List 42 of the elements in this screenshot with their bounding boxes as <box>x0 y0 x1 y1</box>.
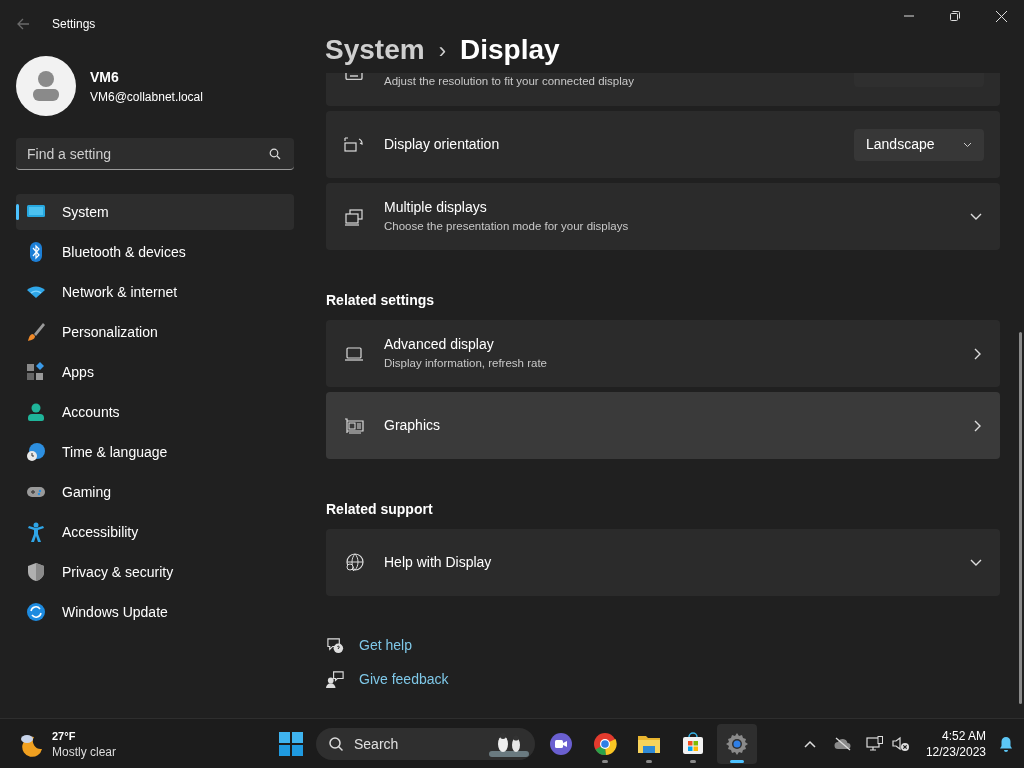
card-title: Advanced display <box>384 335 495 355</box>
settings-card[interactable]: Adjust the resolution to fit your connected display <box>326 73 1000 106</box>
weather-condition: Mostly clear <box>52 743 116 760</box>
card-title: Graphics <box>384 416 442 435</box>
settings-card[interactable]: Multiple displays Choose the presentation mode for your displays <box>326 183 1000 250</box>
window-title: Settings <box>52 16 96 33</box>
user-name: VM6 <box>90 67 120 87</box>
sidebar-item[interactable]: Privacy & security <box>16 554 294 590</box>
breadcrumb-parent[interactable]: System <box>325 29 425 71</box>
sidebar-item[interactable]: System <box>16 194 294 230</box>
settings-card[interactable]: Graphics <box>326 392 1000 459</box>
card-description: Display information, refresh rate <box>384 356 548 372</box>
clock-time[interactable]: 4:52 AM <box>941 727 986 744</box>
sidebar-item[interactable]: Accessibility <box>16 514 294 550</box>
search-field[interactable]: Find a setting <box>16 138 294 170</box>
taskbar-search[interactable]: Search <box>316 727 535 760</box>
section-heading: Related support <box>326 500 434 519</box>
settings-card[interactable]: Display orientation Landscape <box>326 111 1000 178</box>
help-link[interactable]: Give feedback <box>359 669 449 690</box>
page-title: Display <box>459 33 560 67</box>
temperature: 27°F <box>52 728 77 744</box>
card-title: Multiple displays <box>384 198 488 218</box>
section-heading: Related settings <box>326 291 436 310</box>
user-email: VM6@collabnet.local <box>90 88 203 106</box>
breadcrumb-separator: › <box>438 36 446 65</box>
card-description: Choose the presentation mode for your displays <box>384 219 630 235</box>
clock-date[interactable]: 12/23/2023 <box>925 743 986 760</box>
help-link[interactable]: Get help <box>359 635 412 656</box>
sidebar-item[interactable]: Windows Update <box>16 594 294 630</box>
card-title: Help with Display <box>384 553 493 572</box>
card-title: Display orientation <box>384 135 501 154</box>
sidebar-item[interactable]: Accounts <box>16 394 294 430</box>
settings-card[interactable]: Help with Display <box>326 529 1000 596</box>
orientation-dropdown[interactable]: Landscape <box>854 128 984 161</box>
sidebar-item[interactable]: Time & language <box>16 434 294 470</box>
settings-card[interactable]: Advanced display Display information, refresh rate <box>326 320 1000 387</box>
sidebar-item[interactable]: Personalization <box>16 314 294 350</box>
sidebar-item[interactable]: Gaming <box>16 474 294 510</box>
sidebar-item[interactable]: Bluetooth & devices <box>16 234 294 270</box>
sidebar-item[interactable]: Network & internet <box>16 274 294 310</box>
card-description: Adjust the resolution to fit your connected display <box>384 73 635 89</box>
sidebar-item[interactable]: Apps <box>16 354 294 390</box>
